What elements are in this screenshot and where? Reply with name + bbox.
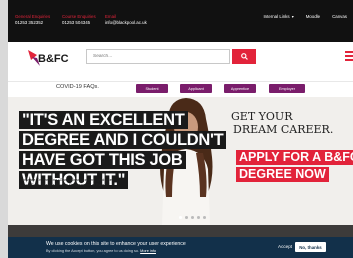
contact-label: Course Enquiries [62,14,96,19]
quote-line: "IT'S AN EXCELLENT [19,111,188,129]
carousel-dot[interactable] [179,216,182,219]
tagline-line: DREAM CAREER. [233,123,334,136]
carousel-dot[interactable] [185,216,188,219]
carousel-dot[interactable] [203,216,206,219]
contact-label: General Enquiries [15,14,51,19]
search-icon [240,53,248,60]
internal-links-label: Internal Links [263,14,290,19]
quote-line: DEGREE AND I COULDN'T [19,131,227,149]
contact-general[interactable]: General Enquiries 01253 352352 [15,14,50,25]
employer-button[interactable]: Employer [269,84,305,93]
apply-cta-line[interactable]: APPLY FOR A B&FC [236,150,353,165]
contact-value: 01253 504345 [62,19,91,25]
dream-career-tagline: GET YOUR DREAM CAREER. [231,110,333,136]
chevron-down-icon: ▾ [290,14,294,19]
applicant-button[interactable]: Applicant [180,84,212,93]
content-strip [8,225,353,237]
carousel-dot[interactable] [191,216,194,219]
covid-faqs-link[interactable]: COVID-19 FAQs. [56,84,99,90]
cookie-text: By clicking the Accept button, you agree… [46,249,156,253]
top-utility-bar: General Enquiries 01253 352352 Course En… [8,0,353,42]
more-info-link[interactable]: More info [140,249,156,253]
search-button[interactable] [232,49,256,64]
graduate-credit: Software Engineering (Game Development) … [20,177,112,187]
top-nav: Internal Links ▾ Moodle Canvas [257,14,353,19]
contact-course[interactable]: Course Enquiries 01253 504345 [62,14,96,25]
accept-button[interactable]: Accept [278,244,292,249]
carousel-dot[interactable] [197,216,200,219]
search-input[interactable] [86,49,230,64]
cookie-banner: We use cookies on this site to enhance y… [8,237,353,258]
site-header: B&FC [8,42,353,74]
contact-value: 01253 352352 [15,19,44,25]
tagline-line: GET YOUR [231,110,293,123]
page: General Enquiries 01253 352352 Course En… [8,0,353,258]
cookie-title: We use cookies on this site to enhance y… [46,241,186,247]
hamburger-menu-icon[interactable] [345,51,353,62]
bfc-logo[interactable]: B&FC [28,48,72,68]
apply-cta-line[interactable]: DEGREE NOW [236,167,329,182]
logo-text: B&FC [38,53,69,65]
apprentice-button[interactable]: Apprentice [224,84,256,93]
contact-email[interactable]: Email info@blackpool.ac.uk [105,14,147,25]
canvas-link[interactable]: Canvas [326,14,353,19]
audience-nav: COVID-19 FAQs. Student Applicant Apprent… [8,81,353,95]
credit-line: Lorna Parry, Games Engine Programmer at … [20,182,106,187]
carousel-dots [179,216,206,219]
internal-links-menu[interactable]: Internal Links ▾ [257,14,299,19]
divider [8,81,353,82]
no-thanks-button[interactable]: No, thanks [295,242,326,252]
moodle-link[interactable]: Moodle [300,14,326,19]
student-button[interactable]: Student [136,84,168,93]
cookie-message: By clicking the Accept button, you agree… [46,249,140,253]
quote-line: HAVE GOT THIS JOB [19,151,186,169]
contact-value: info@blackpool.ac.uk [105,19,147,25]
